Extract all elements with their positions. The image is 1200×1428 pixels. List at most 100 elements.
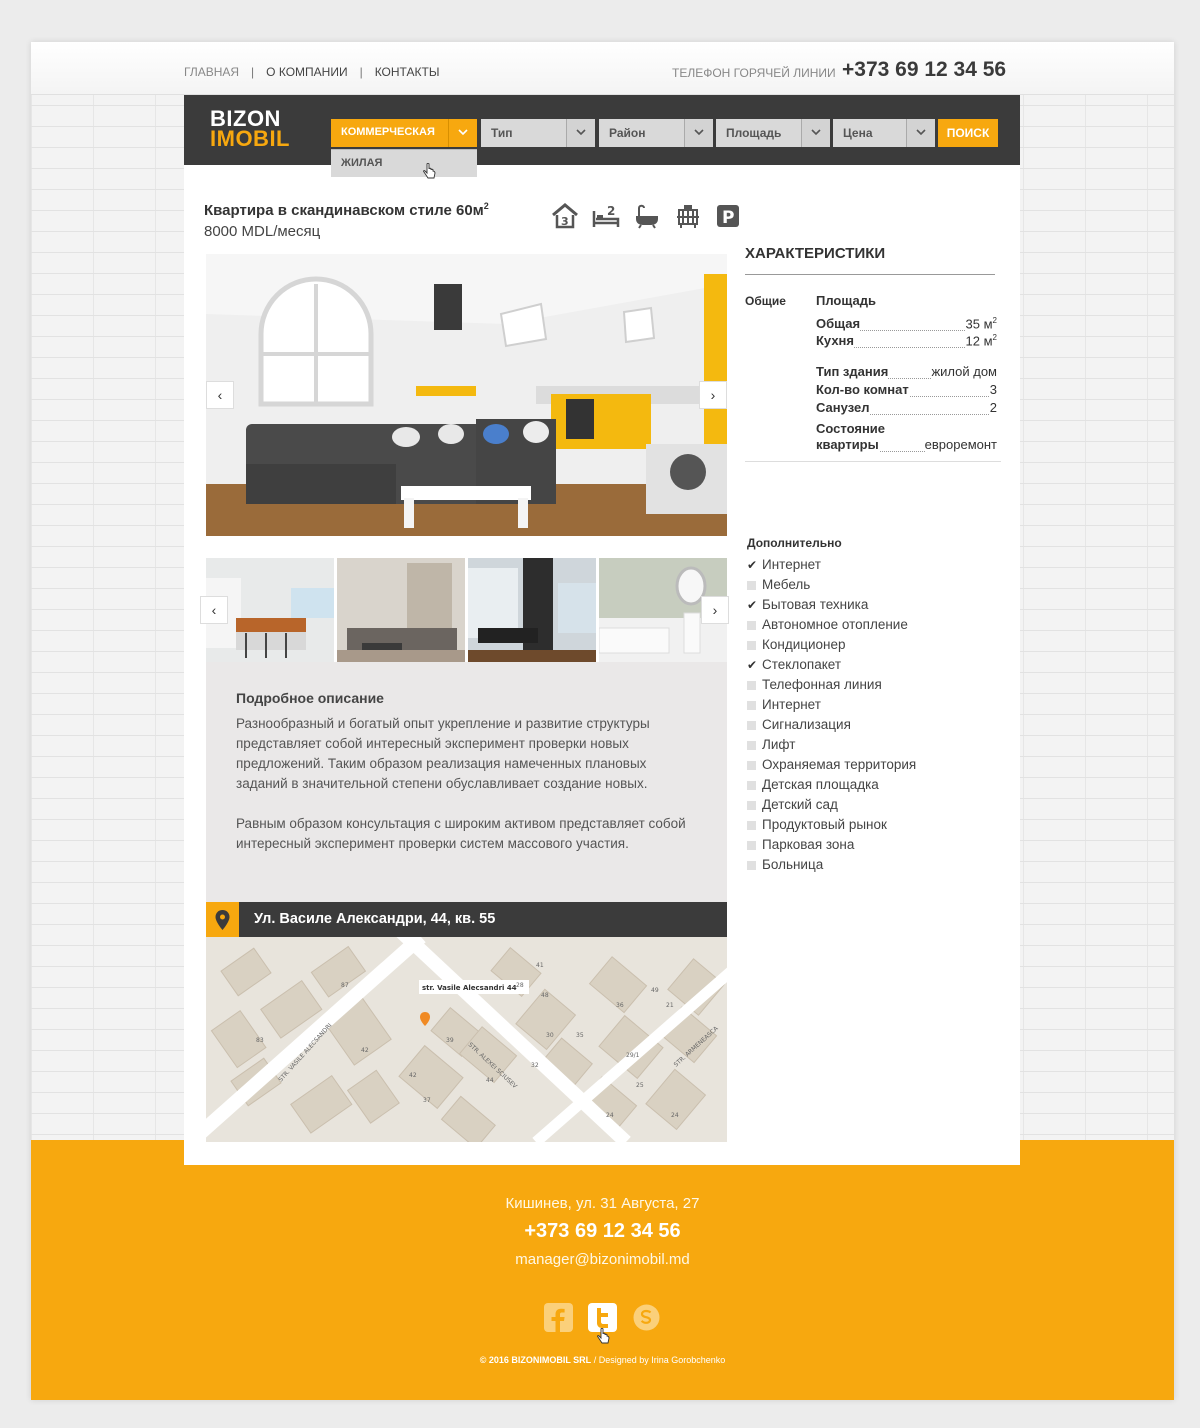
thumbnail[interactable]: [337, 558, 465, 662]
thumbs-prev-button[interactable]: ‹: [200, 596, 228, 624]
checkbox-empty-icon: [747, 860, 756, 870]
bedroom-icon: 2: [592, 203, 620, 229]
description-paragraph-1: Разнообразный и богатый опыт укрепление …: [236, 716, 650, 791]
map-number: 35: [576, 1032, 584, 1039]
nav-separator: |: [359, 65, 363, 79]
district-select[interactable]: Район: [599, 119, 713, 147]
map-number: 21: [666, 1002, 674, 1009]
spec-rooms: Кол-во комнат 3: [816, 382, 997, 397]
nav-link-about[interactable]: О КОМПАНИИ: [266, 65, 347, 79]
amenity-label: Сигнализация: [762, 717, 851, 732]
checkmark-icon: ✔: [747, 557, 758, 572]
nav-link-contacts[interactable]: КОНТАКТЫ: [375, 65, 440, 79]
footer-email[interactable]: manager@bizonimobil.md: [31, 1251, 1174, 1268]
map[interactable]: str. Vasile Alecsandri 44 STR. VASILE AL…: [206, 937, 727, 1142]
checkbox-empty-icon: [747, 840, 756, 850]
area-select[interactable]: Площадь: [716, 119, 830, 147]
hand-cursor-icon: [423, 163, 436, 179]
listing-title-sup: 2: [483, 201, 489, 211]
amenity-label: Парковая зона: [762, 837, 855, 852]
spec-label: Санузел: [816, 400, 870, 415]
map-number: 25: [636, 1082, 644, 1089]
amenity-item: Лифт: [747, 735, 916, 755]
amenity-label: Больница: [762, 857, 824, 872]
copyright-divider: /: [593, 1355, 597, 1365]
type-select[interactable]: Тип: [481, 119, 595, 147]
footer-address: Кишинев, ул. 31 Августа, 27: [505, 1195, 700, 1212]
amenity-item: ✔ Стеклопакет: [747, 655, 916, 675]
map-number: 36: [616, 1002, 624, 1009]
amenity-label: Лифт: [762, 737, 796, 752]
chevron-down-icon[interactable]: [906, 119, 935, 147]
spec-label: Кухня: [816, 333, 854, 348]
listing-price: 8000 MDL/месяц: [204, 223, 321, 240]
checkbox-empty-icon: [747, 760, 756, 770]
amenity-item: Телефонная линия: [747, 675, 916, 695]
footer-phone[interactable]: +373 69 12 34 56: [31, 1220, 1174, 1243]
nav-link-home[interactable]: ГЛАВНАЯ: [184, 65, 239, 79]
nav-separator: |: [251, 65, 255, 79]
address-bar: Ул. Василе Александри, 44, кв. 55: [206, 902, 727, 937]
dropdown-option-label: ЖИЛАЯ: [341, 157, 383, 169]
main-photo-next-button[interactable]: ›: [699, 381, 727, 409]
map-number: 87: [341, 982, 349, 989]
spec-value: жилой дом: [931, 364, 997, 379]
copyright: © 2016 BIZONIMOBIL SRL / Designed by Iri…: [31, 1355, 1174, 1365]
designer-credit[interactable]: Designed by Irina Gorobchenko: [599, 1355, 726, 1365]
feature-icons: 3 2 P: [551, 203, 756, 229]
search-button[interactable]: ПОИСК: [938, 119, 998, 147]
map-number: 30: [546, 1032, 554, 1039]
thumbs-next-button[interactable]: ›: [701, 596, 729, 624]
type-select-label: Тип: [491, 126, 513, 140]
description-panel: Подробное описание Разнообразный и богат…: [206, 662, 727, 902]
checkbox-empty-icon: [747, 740, 756, 750]
listing-title: Квартира в скандинавском стиле 60м2: [204, 201, 489, 219]
map-number: 42: [361, 1047, 369, 1054]
bathtub-icon: [633, 203, 661, 229]
address-text: Ул. Василе Александри, 44, кв. 55: [254, 911, 496, 927]
category-select-label: КОММЕРЧЕСКАЯ: [341, 126, 435, 138]
page-background: ГЛАВНАЯ | О КОМПАНИИ | КОНТАКТЫ ТЕЛЕФОН …: [31, 42, 1174, 1400]
hotline-phone[interactable]: +373 69 12 34 56: [842, 58, 1006, 82]
category-select[interactable]: КОММЕРЧЕСКАЯ: [331, 119, 477, 147]
spec-value-sup: 2: [992, 333, 997, 342]
facebook-icon[interactable]: [544, 1303, 573, 1332]
checkbox-empty-icon: [747, 680, 756, 690]
skype-icon[interactable]: [632, 1303, 661, 1332]
checkbox-empty-icon: [747, 580, 756, 590]
map-number: 39: [446, 1037, 454, 1044]
map-number: 42: [409, 1072, 417, 1079]
price-select[interactable]: Цена: [833, 119, 935, 147]
main-photo-prev-button[interactable]: ‹: [206, 381, 234, 409]
map-number: 32: [531, 1062, 539, 1069]
logo[interactable]: BIZON IMOBIL: [210, 108, 290, 150]
description-title: Подробное описание: [236, 690, 384, 706]
content-card: BIZON IMOBIL КОММЕРЧЕСКАЯ Тип Район Площ…: [184, 95, 1020, 1165]
thumbnail[interactable]: [468, 558, 596, 662]
parking-icon: P: [715, 203, 743, 229]
spec-value-text: 12 м: [965, 333, 993, 349]
amenity-item: Парковая зона: [747, 835, 916, 855]
map-number: 41: [536, 962, 544, 969]
spec-value: 2: [989, 400, 997, 415]
district-select-label: Район: [609, 126, 646, 140]
checkbox-empty-icon: [747, 800, 756, 810]
specs-panel: ХАРАКТЕРИСТИКИ: [745, 245, 1005, 275]
category-dropdown-option[interactable]: ЖИЛАЯ: [331, 149, 477, 177]
spec-label: Тип здания: [816, 364, 889, 379]
spec-value-sup: 2: [992, 316, 997, 325]
chevron-down-icon[interactable]: [684, 119, 713, 147]
chevron-down-icon[interactable]: [566, 119, 595, 147]
listing-title-text: Квартира в скандинавском стиле 60м: [204, 202, 484, 219]
chevron-down-icon[interactable]: [801, 119, 830, 147]
top-navigation: ГЛАВНАЯ | О КОМПАНИИ | КОНТАКТЫ: [184, 65, 439, 79]
amenity-label: Интернет: [762, 697, 821, 712]
hand-cursor-icon: [597, 1328, 610, 1344]
hotline-label: ТЕЛЕФОН ГОРЯЧЕЙ ЛИНИИ: [672, 66, 836, 80]
map-number: 48: [541, 992, 549, 999]
amenity-item: Кондиционер: [747, 635, 916, 655]
main-photo[interactable]: ‹ ›: [206, 254, 727, 536]
spec-value: 3: [989, 382, 997, 397]
chevron-down-icon[interactable]: [448, 119, 477, 147]
map-marker-label: str. Vasile Alecsandri 44: [422, 984, 517, 992]
